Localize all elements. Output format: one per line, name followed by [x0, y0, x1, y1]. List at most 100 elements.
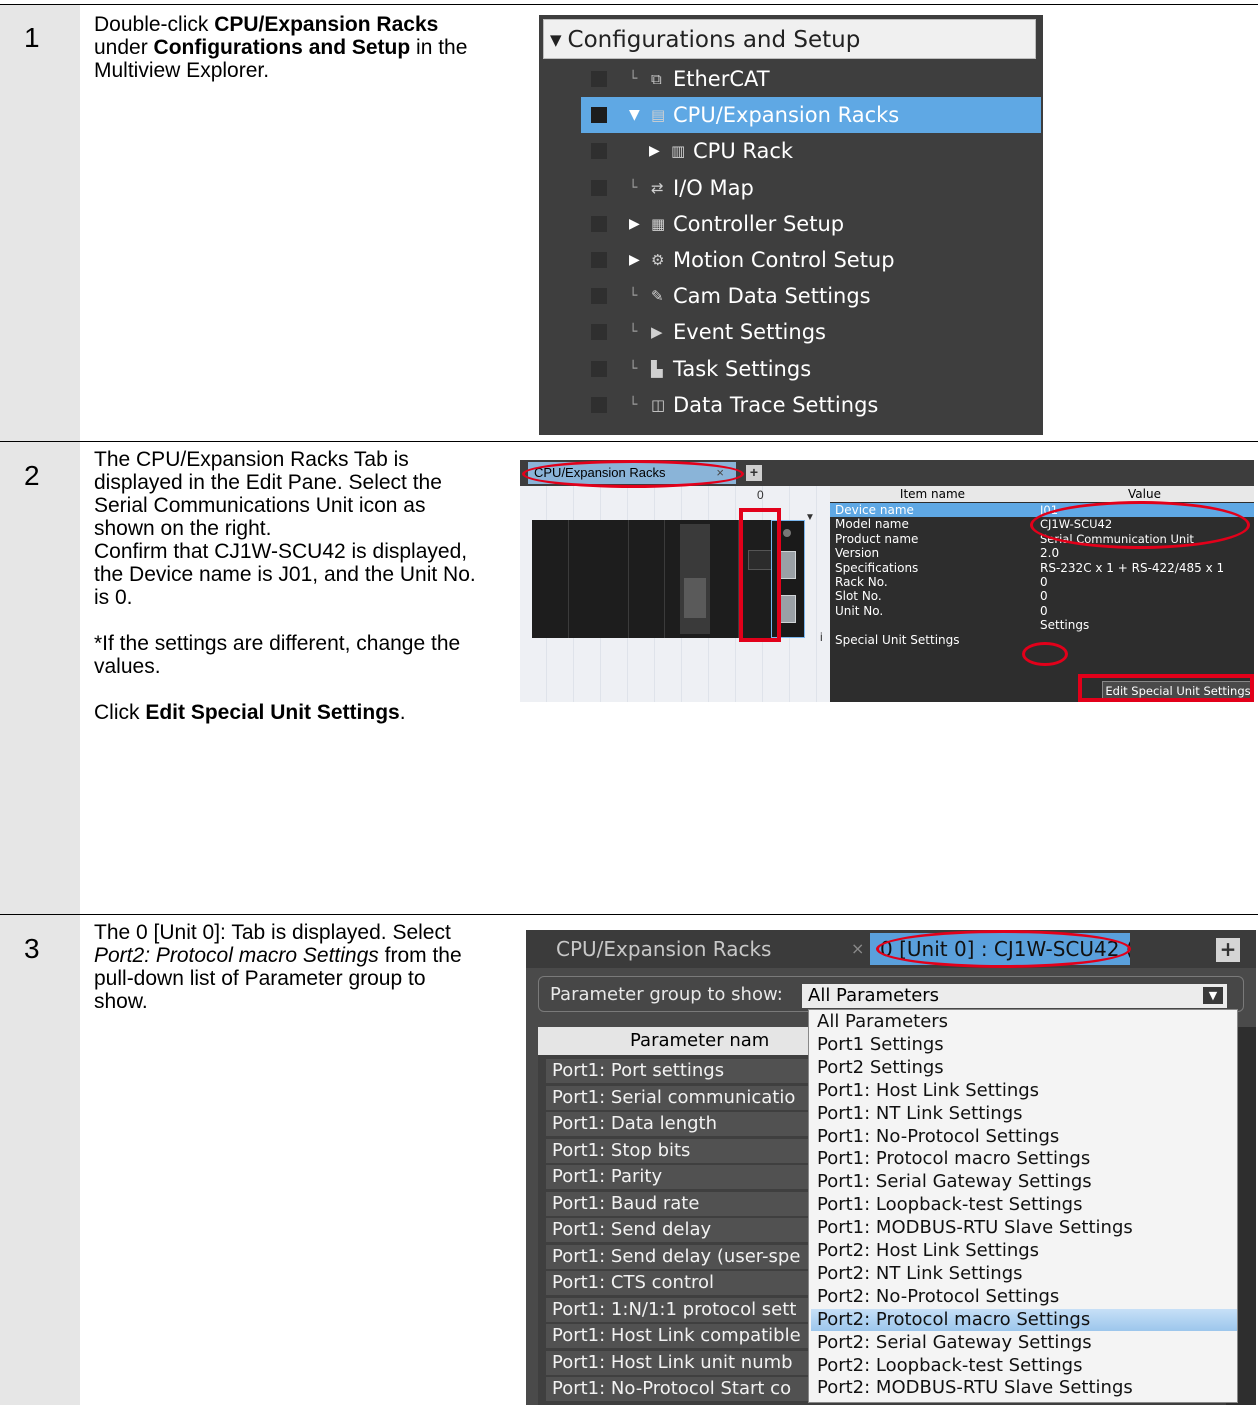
property-name: Specifications: [835, 560, 919, 575]
scroll-down-icon[interactable]: ▼: [805, 512, 815, 523]
dropdown-option[interactable]: Port1: Serial Gateway Settings: [817, 1171, 1237, 1193]
parameter-row[interactable]: Port1: Host Link unit numb: [546, 1350, 826, 1375]
tree-item[interactable]: ▼ ▤ CPU/Expansion Racks: [581, 97, 1041, 134]
expand-arrow-icon[interactable]: ▶: [649, 133, 660, 169]
close-icon[interactable]: ×: [851, 933, 864, 965]
annotation-circle-unit-tab: [876, 930, 1131, 968]
tree-item[interactable]: ▶ ⚙ Motion Control Setup: [539, 242, 1043, 278]
dropdown-arrow-icon[interactable]: ▼: [1203, 987, 1223, 1004]
collapse-arrow-icon[interactable]: ▼: [629, 97, 640, 133]
tree-item[interactable]: └ ◫ Data Trace Settings: [539, 387, 1043, 423]
instruction-text: The CPU/Expansion Racks Tab is displayed…: [94, 448, 442, 540]
status-square-icon: [591, 360, 607, 377]
step-instruction: Double-click CPU/Expansion Racks under C…: [94, 13, 484, 82]
unit-settings-screenshot: CPU/Expansion Racks × 0 [Unit 0] : CJ1W-S…: [526, 930, 1256, 1405]
dropdown-option[interactable]: Port1: Protocol macro Settings: [817, 1148, 1237, 1170]
dropdown-option[interactable]: Port2: MODBUS-RTU Slave Settings: [817, 1377, 1237, 1399]
tree-branch-icon: └: [629, 179, 638, 196]
instruction-paragraph: Confirm that CJ1W-SCU42 is displayed, th…: [94, 540, 484, 609]
tree-item-label: Data Trace Settings: [673, 392, 879, 417]
dropdown-option[interactable]: Port1: NT Link Settings: [817, 1103, 1237, 1125]
selected-value: All Parameters: [808, 985, 940, 1006]
property-row[interactable]: Slot No. 0: [830, 589, 1254, 603]
item-name-header: Item name: [899, 487, 966, 501]
row-divider: [0, 914, 1258, 915]
bold-term: Configurations and Setup: [153, 36, 411, 59]
status-square-icon: [591, 71, 607, 87]
tree-item[interactable]: └ ▙ Task Settings: [539, 351, 1043, 387]
tab-cpu-expansion-racks[interactable]: CPU/Expansion Racks ×: [546, 933, 876, 965]
status-square-icon: [591, 179, 607, 196]
instruction-paragraph: Click Edit Special Unit Settings.: [94, 701, 484, 724]
tab-label: CPU/Expansion Racks: [556, 937, 772, 961]
parameter-row[interactable]: Port1: Parity: [546, 1165, 826, 1189]
parameter-row[interactable]: Port1: Host Link compatible: [546, 1324, 826, 1348]
parameter-row[interactable]: Port1: Send delay: [546, 1218, 826, 1242]
dropdown-option[interactable]: Port1: No-Protocol Settings: [817, 1126, 1237, 1148]
property-name: Version: [835, 546, 880, 561]
expand-arrow-icon[interactable]: ▶: [629, 206, 640, 242]
parameter-row[interactable]: Port1: CTS control: [546, 1271, 826, 1295]
row-divider: [0, 4, 1258, 5]
dropdown-option[interactable]: Port2: NT Link Settings: [817, 1263, 1237, 1285]
parameter-row[interactable]: Port1: Baud rate: [546, 1191, 826, 1216]
dropdown-option[interactable]: Port2: Protocol macro Settings: [811, 1308, 1237, 1331]
parameter-row[interactable]: Port1: Serial communicatio: [546, 1085, 826, 1110]
property-row[interactable]: Specifications RS-232C x 1 + RS-422/485 x…: [830, 561, 1254, 575]
dropdown-option[interactable]: Port1: Loopback-test Settings: [817, 1194, 1237, 1216]
property-name: Slot No.: [835, 589, 882, 604]
property-row[interactable]: Settings: [830, 618, 1254, 632]
status-square-icon: [591, 288, 607, 305]
dropdown-option[interactable]: Port2: Loopback-test Settings: [817, 1355, 1237, 1377]
status-square-icon: [591, 324, 607, 341]
parameter-row[interactable]: Port1: No-Protocol Start co: [546, 1377, 826, 1401]
annotation-box-unit: [739, 508, 781, 642]
tree-item[interactable]: └ ▶ Event Settings: [539, 314, 1043, 350]
cam-data-icon: ✎: [651, 287, 664, 306]
property-value: 0: [1040, 589, 1048, 604]
property-row[interactable]: Version 2.0: [830, 546, 1254, 560]
dropdown-option[interactable]: Port1: MODBUS-RTU Slave Settings: [817, 1217, 1237, 1239]
step-instruction: The CPU/Expansion Racks Tab is displayed…: [94, 448, 484, 724]
property-name: Special Unit Settings: [835, 632, 960, 647]
add-tab-icon[interactable]: +: [1216, 938, 1240, 962]
parameter-row[interactable]: Port1: Send delay (user-spe: [546, 1244, 826, 1269]
dropdown-option[interactable]: Port2: Serial Gateway Settings: [817, 1332, 1237, 1354]
configurations-setup-header[interactable]: ▼ Configurations and Setup: [543, 19, 1036, 59]
tree-item-label: Controller Setup: [673, 211, 845, 236]
property-row[interactable]: Rack No. 0: [830, 575, 1254, 589]
motion-gear-icon: ⚙: [651, 251, 665, 269]
property-value: Settings: [1040, 618, 1090, 633]
info-icon[interactable]: i: [820, 630, 823, 644]
annotation-circle-device: [1030, 501, 1250, 549]
dropdown-option[interactable]: Port2: No-Protocol Settings: [817, 1286, 1237, 1308]
dropdown-option[interactable]: Port2: Host Link Settings: [817, 1240, 1237, 1262]
parameter-row[interactable]: Port1: Port settings: [546, 1059, 826, 1083]
instruction-text: under: [94, 36, 154, 59]
parameter-row[interactable]: Port1: Data length: [546, 1112, 826, 1136]
italic-term: Port2: Protocol macro Settings: [94, 944, 379, 967]
tree-item-label: CPU Rack: [693, 139, 794, 164]
tree-item[interactable]: └ ⧉ EtherCAT: [539, 61, 1043, 97]
slot-number-label: 0: [757, 488, 764, 502]
expand-arrow-icon[interactable]: ▶: [629, 242, 640, 278]
dropdown-option[interactable]: Port1: Host Link Settings: [817, 1080, 1237, 1102]
dropdown-option[interactable]: Port2 Settings: [817, 1057, 1237, 1079]
status-square-icon: [591, 252, 607, 268]
parameter-row[interactable]: Port1: Stop bits: [546, 1138, 826, 1163]
tree-item[interactable]: ▶ ▥ CPU Rack: [539, 133, 1043, 169]
tree-branch-icon: └: [629, 396, 638, 413]
led-indicator: [783, 529, 791, 537]
add-tab-icon[interactable]: +: [746, 465, 762, 481]
parameter-row[interactable]: Port1: 1:N/1:1 protocol sett: [546, 1297, 826, 1322]
parameter-group-select[interactable]: All Parameters ▼: [802, 984, 1227, 1008]
property-row[interactable]: Unit No. 0: [830, 604, 1254, 618]
serial-port-2: [780, 595, 796, 623]
tree-item[interactable]: └ ⇄ I/O Map: [539, 170, 1043, 206]
tree-item[interactable]: └ ✎ Cam Data Settings: [539, 278, 1043, 314]
instruction-paragraph: The 0 [Unit 0]: Tab is displayed. Select…: [94, 921, 484, 1013]
tree-item[interactable]: ▶ ▦ Controller Setup: [539, 206, 1043, 242]
step-number-cell: [0, 442, 80, 914]
dropdown-option[interactable]: Port1 Settings: [817, 1034, 1237, 1056]
dropdown-option[interactable]: All Parameters: [817, 1011, 1237, 1033]
